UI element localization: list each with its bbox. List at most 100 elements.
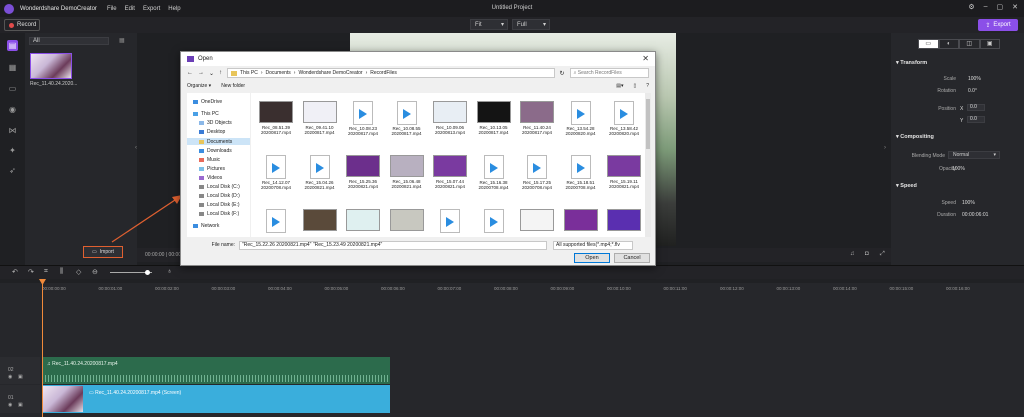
menu-export[interactable]: Export [143, 6, 160, 12]
file-item[interactable]: Rec_09.41.10 20200817.mp4 [299, 101, 341, 151]
split-icon[interactable]: ⫼ [60, 268, 63, 276]
record-button[interactable]: Record [4, 19, 40, 31]
rotation-value[interactable]: 0.0° [968, 88, 977, 94]
file-item[interactable] [342, 209, 384, 237]
transition-icon[interactable]: ⋈ [7, 125, 18, 136]
collapse-right-icon[interactable]: › [884, 145, 886, 151]
video-clip[interactable]: ▭ Rec_11.40.24.20200817.mp4 (Screen) [42, 385, 390, 413]
search-input[interactable]: ⌕ Search RecordFiles [569, 68, 649, 78]
scrollbar-thumb[interactable] [646, 99, 650, 149]
file-item[interactable]: Rec_10.09.06 20200813.mp4 [429, 101, 471, 151]
menu-file[interactable]: File [107, 6, 117, 12]
file-item[interactable]: Rec_15.18.51 20200708.mp4 [560, 155, 602, 205]
file-item[interactable] [429, 209, 471, 237]
file-item[interactable]: Rec_15.19.11 20200821.mp4 [603, 155, 645, 205]
file-item[interactable]: Rec_15.16.38 20200708.mp4 [473, 155, 515, 205]
nav-item-documents[interactable]: Documents [187, 138, 250, 145]
filetype-select[interactable]: All supported files(*.mp4;*.flv [553, 240, 633, 250]
close-icon[interactable]: ✕ [642, 54, 649, 63]
audio-clip[interactable]: ♫ Rec_11.40.24.20200817.mp4 [42, 357, 390, 384]
up-icon[interactable]: ↑ [219, 70, 222, 76]
nav-item-downloads[interactable]: Downloads [199, 148, 232, 154]
lock-icon[interactable]: ▣ [18, 374, 23, 380]
redo-icon[interactable]: ↷ [28, 268, 34, 276]
nav-item-this-pc[interactable]: This PC [193, 111, 219, 117]
nav-item-music[interactable]: Music [199, 157, 220, 163]
template-icon[interactable]: ▦ [7, 62, 18, 73]
export-button[interactable]: ⇪ Export [978, 19, 1018, 31]
file-item[interactable] [386, 209, 428, 237]
filename-input[interactable]: "Rec_15.22.26 20200821.mp4" "Rec_15.23.4… [239, 240, 547, 250]
caption-icon[interactable]: ▭ [7, 83, 18, 94]
media-filter-select[interactable]: All [29, 37, 109, 45]
transform-section-title[interactable]: ▾ Transform [896, 60, 927, 66]
grid-view-icon[interactable]: ▦ [119, 37, 125, 44]
nav-item-local-disk-e-[interactable]: Local Disk (E:) [199, 202, 240, 208]
playhead[interactable] [42, 279, 43, 417]
position-x-input[interactable]: 0.0 [967, 104, 985, 111]
file-item[interactable]: Rec_11.40.24 20200817.mp4 [516, 101, 558, 151]
marker-icon[interactable]: ◇ [76, 268, 81, 276]
file-item[interactable] [560, 209, 602, 237]
open-button[interactable]: Open [574, 253, 610, 263]
snapshot-icon[interactable]: ◘ [865, 251, 869, 257]
file-item[interactable]: Rec_14.12.07 20200708.mp4 [255, 155, 297, 205]
media-thumbnail[interactable] [30, 53, 72, 79]
nav-item-videos[interactable]: Videos [199, 175, 222, 181]
zoom-slider-handle[interactable] [145, 270, 150, 275]
tab-cursor-icon[interactable]: ◫ [959, 39, 980, 49]
refresh-icon[interactable]: ↻ [560, 70, 565, 77]
file-item[interactable]: Rec_15.25.36 20200821.mp4 [342, 155, 384, 205]
cursor-icon[interactable]: ➶ [7, 165, 18, 176]
file-item[interactable] [255, 209, 297, 237]
breadcrumb-documents[interactable]: Documents [265, 70, 290, 76]
file-item[interactable]: Rec_13.54.28 20200820.mp4 [560, 101, 602, 151]
speed-section-title[interactable]: ▾ Speed [896, 183, 917, 189]
new-folder-button[interactable]: New folder [221, 83, 245, 89]
nav-item-pictures[interactable]: Pictures [199, 166, 225, 172]
cancel-button[interactable]: Cancel [614, 253, 650, 263]
undo-icon[interactable]: ↶ [12, 268, 18, 276]
close-icon[interactable]: ✕ [1012, 3, 1018, 11]
opacity-value[interactable]: 100% [952, 166, 965, 172]
file-list-scrollbar[interactable] [645, 93, 651, 237]
file-item[interactable] [516, 209, 558, 237]
quality-select[interactable]: Full ▾ [512, 19, 550, 30]
file-item[interactable]: Rec_10.08.23 20200817.mp4 [342, 101, 384, 151]
file-item[interactable]: Rec_13.58.42 20200820.mp4 [603, 101, 645, 151]
file-item[interactable]: Rec_15.17.25 20200708.mp4 [516, 155, 558, 205]
eye-icon[interactable]: ◉ [8, 402, 12, 408]
import-button[interactable]: ▭ Import [83, 246, 123, 258]
file-item[interactable] [603, 209, 645, 237]
menu-edit[interactable]: Edit [125, 6, 135, 12]
effects-icon[interactable]: ✦ [7, 145, 18, 156]
preview-pane-icon[interactable]: ▯ [633, 83, 636, 89]
fullscreen-icon[interactable]: ⤢ [880, 251, 885, 258]
maximize-icon[interactable]: ▢ [997, 3, 1004, 11]
nav-item-onedrive[interactable]: OneDrive [193, 99, 222, 105]
nav-item-network[interactable]: Network [193, 223, 219, 229]
position-y-input[interactable]: 0.0 [967, 116, 985, 123]
file-item[interactable]: Rec_15.06.48 20200821.mp4 [386, 155, 428, 205]
file-item[interactable]: Rec_15.07.44 20200821.mp4 [429, 155, 471, 205]
duration-value[interactable]: 00:00:06:01 [962, 212, 988, 218]
eye-icon[interactable]: ◉ [8, 374, 12, 380]
menu-help[interactable]: Help [168, 6, 180, 12]
tab-video-icon[interactable]: ▭ [918, 39, 939, 49]
settings-icon[interactable]: ⚙ [968, 3, 974, 11]
lock-icon[interactable]: ▣ [18, 402, 23, 408]
sticker-icon[interactable]: ◉ [7, 104, 18, 115]
nav-item-local-disk-c-[interactable]: Local Disk (C:) [199, 184, 240, 190]
collapse-left-icon[interactable]: ‹ [135, 145, 137, 151]
nav-item-local-disk-f-[interactable]: Local Disk (F:) [199, 211, 239, 217]
scale-value[interactable]: 100% [968, 76, 981, 82]
file-item[interactable]: Rec_15.04.26 20200821.mp4 [299, 155, 341, 205]
view-icon[interactable]: ▤▾ [616, 83, 623, 89]
file-item[interactable]: Rec_10.13.05 20200817.mp4 [473, 101, 515, 151]
back-icon[interactable]: ← [187, 70, 193, 76]
address-bar[interactable]: This PC › Documents › Wonderdshare DemoCre… [227, 68, 555, 78]
zoom-out-icon[interactable]: ⊖ [92, 268, 98, 276]
breadcrumb-recordfiles[interactable]: RecordFiles [370, 70, 397, 76]
speed-value[interactable]: 100% [962, 200, 975, 206]
tab-audio-icon[interactable]: ◐ [938, 39, 959, 49]
